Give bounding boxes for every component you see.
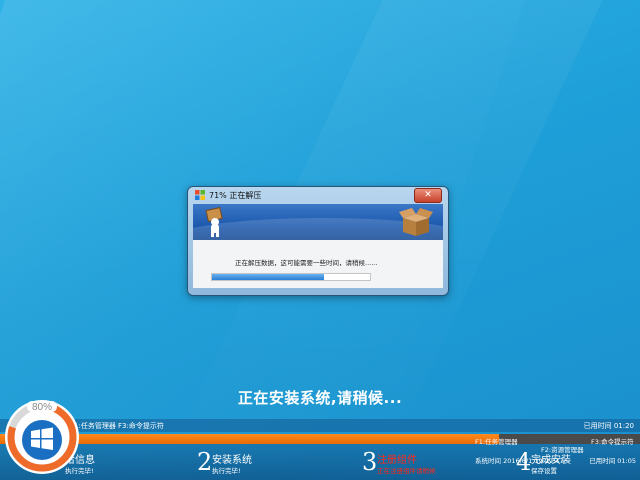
- extract-progress-bar: [211, 273, 371, 281]
- step-number: 3: [362, 448, 378, 476]
- extract-status-text: 正在解压数据，这可能需要一些时间，请稍候......: [235, 259, 378, 267]
- open-box-icon: [399, 208, 433, 236]
- cmd-hint[interactable]: F3:命令提示符: [118, 421, 164, 431]
- f1-hotkey[interactable]: F1:任务管理器: [475, 436, 518, 446]
- step-number: 2: [197, 448, 213, 476]
- dialog-titlebar: 71% 正在解压 ✕: [188, 187, 448, 204]
- dialog-content: 正在解压数据，这可能需要一些时间，请稍候......: [193, 240, 443, 288]
- install-status-message: 正在安装系统,请稍候...: [237, 389, 403, 407]
- dialog-title: 71% 正在解压: [209, 191, 262, 200]
- dialog-banner: [193, 204, 443, 240]
- badge-percent-text: 80%: [32, 402, 52, 413]
- step-sub: 执行完毕!: [212, 467, 241, 475]
- system-time: 系统时间 2016/6/1 19:29:47: [475, 457, 564, 465]
- hotkeys-panel: F1:任务管理器 F2:资源管理器 F3:命令提示符 系统时间 2016/6/1…: [471, 434, 636, 480]
- windows-logo-icon: [195, 190, 205, 200]
- step-label: 注册组件: [377, 455, 417, 466]
- step-label: 安装系统: [212, 455, 252, 466]
- install-progress-badge: 80%: [5, 400, 79, 474]
- f2-hotkey[interactable]: F2:资源管理器: [541, 444, 584, 454]
- step-sub: 正在注册组件请稍候: [377, 467, 436, 475]
- porter-carrying-icon: [205, 207, 223, 237]
- close-icon: ✕: [424, 190, 432, 200]
- elapsed-time: 已用时间 01:20: [583, 422, 634, 430]
- elapsed-time-2: 已用时间 01:05: [589, 457, 636, 465]
- f3-hotkey[interactable]: F3:命令提示符: [591, 436, 634, 446]
- top-info-bar: F1:任务管理器 F3:命令提示符 已用时间 01:20: [0, 419, 640, 432]
- close-button[interactable]: ✕: [414, 188, 442, 203]
- extract-dialog: 71% 正在解压 ✕ 正在解压数据，这可能需要一些时间，请稍候......: [187, 186, 449, 296]
- extract-progress-fill: [212, 274, 325, 280]
